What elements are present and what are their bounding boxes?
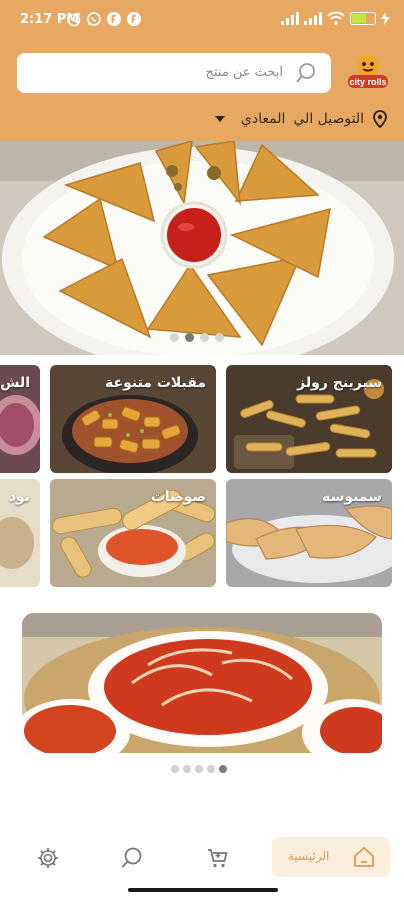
delivery-label: التوصيل الي [293,111,364,127]
charging-icon [381,11,390,25]
svg-text:city rolls: city rolls [349,77,386,87]
category-title: نود [8,489,30,505]
category-card-appetizers[interactable]: مقبلات متنوعة [50,365,216,473]
system-status-icons [281,11,390,25]
delivery-location-selector[interactable]: التوصيل الي المعادي [214,110,388,128]
app-f-icon [127,12,141,26]
dropdown-caret-icon[interactable] [214,116,225,122]
pagination-dot-active[interactable] [219,765,227,773]
app-header: 2:17 PM ابحث عن منتج city rolls التوصيل … [0,0,404,141]
pagination-dot[interactable] [170,333,179,342]
delivery-area: المعادي [240,111,286,127]
whatsapp-icon [87,12,101,26]
app-screen: 2:17 PM ابحث عن منتج city rolls التوصيل … [0,0,404,900]
samosa-plate-image [0,141,404,355]
category-card-samosa[interactable]: سمبوسه [226,479,392,587]
nav-settings[interactable] [28,838,68,878]
categories-grid: سبرينج رولز مقبلات متنوعة الش سمبوسه صوص… [0,355,404,600]
banner-pagination [170,333,224,342]
wifi-icon [327,11,345,25]
search-input[interactable]: ابحث عن منتج [17,53,331,93]
hero-banner[interactable] [0,141,404,355]
pagination-dot[interactable] [183,765,191,773]
signal-icon [304,11,322,25]
alarm-icon [67,12,81,27]
status-bar: 2:17 PM [0,0,404,38]
promo-banner[interactable] [22,613,382,753]
pagination-dot[interactable] [207,765,215,773]
search-icon [121,847,142,868]
notification-icons [66,11,142,27]
category-card-partial[interactable]: نود [0,479,40,587]
location-pin-icon [373,110,387,128]
kimchi-plates-image [22,613,382,753]
pagination-dot[interactable] [195,765,203,773]
nav-search[interactable] [112,838,152,878]
search-icon[interactable] [295,62,317,84]
nav-home[interactable]: الرئيسية [272,837,390,877]
promo-pagination [171,765,227,773]
category-title: مقبلات متنوعة [105,375,206,391]
search-placeholder: ابحث عن منتج [205,65,283,80]
app-f-icon [107,12,121,26]
nav-home-label: الرئيسية [288,849,330,863]
pagination-dot[interactable] [171,765,179,773]
nav-cart[interactable] [198,838,238,878]
signal-icon [281,11,299,25]
battery-icon [350,11,376,25]
gesture-home-indicator[interactable] [128,888,278,892]
city-rolls-logo: city rolls [345,48,391,94]
pagination-dot[interactable] [215,333,224,342]
category-title: سمبوسه [322,489,382,505]
category-title: الش [0,375,30,391]
pagination-dot-active[interactable] [185,333,194,342]
category-card-partial[interactable]: الش [0,365,40,473]
category-card-sauces[interactable]: صوصات [50,479,216,587]
category-title: صوصات [150,489,206,505]
category-card-spring-rolls[interactable]: سبرينج رولز [226,365,392,473]
cart-icon [208,849,228,868]
category-title: سبرينج رولز [297,375,382,391]
pagination-dot[interactable] [200,333,209,342]
home-icon [354,847,374,867]
settings-icon [38,848,58,868]
